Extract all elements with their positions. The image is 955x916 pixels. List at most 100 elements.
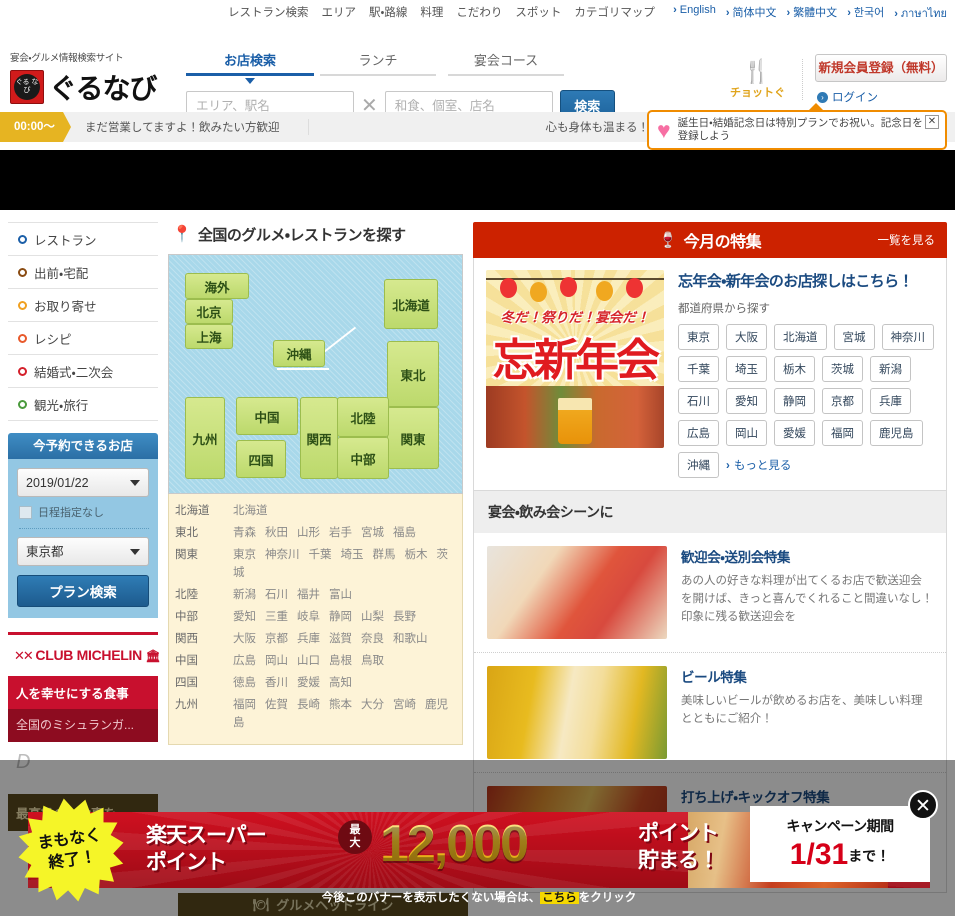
- lang-simplified-chinese[interactable]: 简体中文: [726, 4, 777, 22]
- tab-banquet-course[interactable]: 宴会コース: [442, 50, 570, 76]
- prefecture-link[interactable]: 佐賀: [265, 699, 288, 711]
- prefecture-link[interactable]: 長野: [393, 611, 416, 623]
- article-title[interactable]: 歓迎会・送別会特集: [681, 546, 933, 566]
- rakuten-point-ad-banner[interactable]: まもなく 終了！ 楽天スーパー ポイント 最 大 12,000 ポイント 貯まる…: [28, 790, 938, 888]
- prefecture-region-name[interactable]: 九州: [175, 696, 233, 712]
- prefecture-link[interactable]: 山梨: [361, 611, 384, 623]
- prefecture-link[interactable]: 群馬: [373, 549, 396, 561]
- prefecture-link[interactable]: 高知: [329, 677, 352, 689]
- chip-hyogo[interactable]: 兵庫: [870, 388, 911, 414]
- topnav-item-category-map[interactable]: カテゴリマップ: [574, 4, 655, 20]
- prefecture-region-name[interactable]: 中部: [175, 608, 233, 624]
- chip-aichi[interactable]: 愛知: [726, 388, 767, 414]
- chip-niigata[interactable]: 新潟: [870, 356, 911, 382]
- prefecture-link[interactable]: 奈良: [361, 633, 384, 645]
- chip-tochigi[interactable]: 栃木: [774, 356, 815, 382]
- prefecture-link[interactable]: 青森: [233, 527, 256, 539]
- prefecture-link[interactable]: 山形: [297, 527, 320, 539]
- article-row[interactable]: ビール特集 美味しいビールが飲めるお店を、美味しい料理とともにご紹介！: [474, 653, 946, 773]
- prefecture-link[interactable]: 栃木: [405, 549, 428, 561]
- chip-saitama[interactable]: 埼玉: [726, 356, 767, 382]
- prefecture-link[interactable]: 北海道: [233, 505, 268, 517]
- prefecture-link[interactable]: 福岡: [233, 699, 256, 711]
- map-region-kansai[interactable]: 関西: [300, 397, 338, 479]
- booking-area-select[interactable]: 東京都: [17, 537, 149, 566]
- ad-optout-link[interactable]: こちら: [540, 892, 579, 904]
- prefecture-link[interactable]: 滋賀: [329, 633, 352, 645]
- prefecture-link[interactable]: 和歌山: [393, 633, 428, 645]
- prefecture-link[interactable]: 千葉: [309, 549, 332, 561]
- topnav-item-cuisine[interactable]: 料理: [420, 4, 443, 20]
- prefecture-link[interactable]: 山口: [297, 655, 320, 667]
- lang-english[interactable]: English: [673, 4, 716, 22]
- prefecture-link[interactable]: 岐阜: [297, 611, 320, 623]
- prefecture-link[interactable]: 兵庫: [297, 633, 320, 645]
- prefecture-link[interactable]: 新潟: [233, 589, 256, 601]
- map-region-tohoku[interactable]: 東北: [387, 341, 439, 407]
- map-region-chubu[interactable]: 中部: [337, 437, 389, 479]
- login-link[interactable]: › ログイン: [815, 89, 947, 105]
- prefecture-link[interactable]: 大阪: [233, 633, 256, 645]
- no-date-checkbox[interactable]: [19, 505, 32, 519]
- topnav-item-restaurant-search[interactable]: レストラン検索: [228, 4, 309, 20]
- map-region-shanghai[interactable]: 上海: [185, 324, 233, 349]
- prefecture-link[interactable]: 鳥取: [361, 655, 384, 667]
- map-region-shikoku[interactable]: 四国: [236, 440, 286, 478]
- view-all-link[interactable]: 一覧を見る: [878, 232, 936, 248]
- chip-kanagawa[interactable]: 神奈川: [881, 324, 934, 350]
- prefecture-link[interactable]: 神奈川: [265, 549, 300, 561]
- chip-hiroshima[interactable]: 広島: [678, 420, 719, 446]
- prefecture-region-name[interactable]: 関東: [175, 546, 233, 562]
- prefecture-region-name[interactable]: 四国: [175, 674, 233, 690]
- chip-ibaraki[interactable]: 茨城: [822, 356, 863, 382]
- chip-fukuoka[interactable]: 福岡: [822, 420, 863, 446]
- prefecture-link[interactable]: 石川: [265, 589, 288, 601]
- chip-osaka[interactable]: 大阪: [726, 324, 767, 350]
- register-button[interactable]: 新規会員登録（無料）: [815, 54, 947, 82]
- map-region-kyushu[interactable]: 九州: [185, 397, 225, 479]
- sidebar-item-mailorder[interactable]: お取り寄せ: [8, 289, 158, 322]
- ad-close-button[interactable]: ✕: [908, 790, 938, 820]
- prefecture-link[interactable]: 大分: [361, 699, 384, 711]
- lang-traditional-chinese[interactable]: 繁體中文: [787, 4, 837, 22]
- chip-hokkaido[interactable]: 北海道: [774, 324, 827, 350]
- feature-headline[interactable]: 忘年会・新年会のお店探しはこちら！: [678, 270, 934, 291]
- brand-logo[interactable]: 宴会・グルメ情報検索サイト ぐる なび ぐるなび: [10, 50, 180, 107]
- prefecture-region-name[interactable]: 東北: [175, 524, 233, 540]
- chip-okayama[interactable]: 岡山: [726, 420, 767, 446]
- prefecture-link[interactable]: 熊本: [329, 699, 352, 711]
- chip-kagoshima[interactable]: 鹿児島: [870, 420, 923, 446]
- article-row[interactable]: 歓迎会・送別会特集 あの人の好きな料理が出てくるお店で歓送迎会を開けば、きっと喜…: [474, 533, 946, 653]
- promo-close-icon[interactable]: ✕: [925, 115, 939, 129]
- chip-okinawa[interactable]: 沖縄: [678, 452, 719, 478]
- prefecture-link[interactable]: 埼玉: [341, 549, 364, 561]
- chip-shizuoka[interactable]: 静岡: [774, 388, 815, 414]
- prefecture-link[interactable]: 福井: [297, 589, 320, 601]
- hero-banner[interactable]: [0, 150, 955, 210]
- sidebar-item-travel[interactable]: 観光・旅行: [8, 388, 158, 421]
- map-region-overseas[interactable]: 海外: [185, 273, 249, 299]
- prefecture-region-name[interactable]: 北陸: [175, 586, 233, 602]
- map-region-beijing[interactable]: 北京: [185, 299, 233, 324]
- lang-korean[interactable]: 한국어: [847, 4, 884, 22]
- prefecture-link[interactable]: 香川: [265, 677, 288, 689]
- sidebar-item-wedding[interactable]: 結婚式・二次会: [8, 355, 158, 388]
- prefecture-link[interactable]: 京都: [265, 633, 288, 645]
- topnav-item-station[interactable]: 駅・路線: [369, 4, 407, 20]
- booking-date-select[interactable]: 2019/01/22: [17, 468, 149, 497]
- map-region-hokuriku[interactable]: 北陸: [337, 397, 389, 437]
- show-more-prefectures-link[interactable]: もっと見る: [726, 457, 792, 473]
- prefecture-link[interactable]: 岩手: [329, 527, 352, 539]
- chip-ishikawa[interactable]: 石川: [678, 388, 719, 414]
- prefecture-link[interactable]: 東京: [233, 549, 256, 561]
- prefecture-link[interactable]: 福島: [393, 527, 416, 539]
- chip-miyagi[interactable]: 宮城: [833, 324, 875, 350]
- prefecture-region-name[interactable]: 北海道: [175, 502, 233, 518]
- topnav-item-area[interactable]: エリア: [322, 4, 357, 20]
- lang-thai[interactable]: ภาษาไทย: [894, 4, 947, 22]
- chip-kyoto[interactable]: 京都: [822, 388, 863, 414]
- sidebar-item-delivery[interactable]: 出前・宅配: [8, 256, 158, 289]
- plan-search-button[interactable]: プラン検索: [17, 575, 149, 607]
- prefecture-region-name[interactable]: 中国: [175, 652, 233, 668]
- ticker-item-1[interactable]: まだ営業してますよ！飲みたい方歓迎: [63, 119, 280, 135]
